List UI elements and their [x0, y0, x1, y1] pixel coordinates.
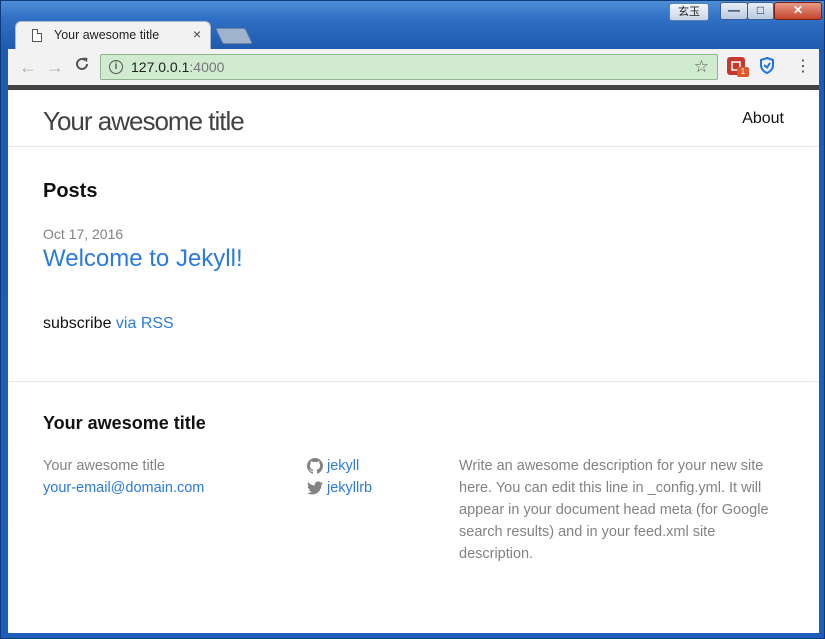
footer-email-link[interactable]: your-email@domain.com	[43, 480, 204, 496]
twitter-username: jekyllrb	[327, 480, 373, 496]
shield-extension-icon[interactable]	[759, 56, 775, 79]
url-text[interactable]: 127.0.0.1:4000	[131, 59, 224, 75]
forward-arrow-icon[interactable]: →	[46, 57, 64, 78]
footer-name: Your awesome title	[43, 458, 165, 474]
site-footer: Your awesome title Your awesome title yo…	[8, 382, 819, 632]
rss-prefix: subscribe	[43, 315, 116, 332]
extension-badge: 1	[737, 67, 749, 77]
twitter-link[interactable]: jekyllrb	[307, 477, 372, 499]
menu-kebab-icon[interactable]: ⋮	[795, 56, 811, 76]
browser-toolbar: ← → i 127.0.0.1:4000 ☆ 1 ⋮	[8, 49, 819, 85]
site-header: Your awesome title About	[8, 90, 819, 147]
browser-window: 玄玉 — □ ✕ Your awesome title × ← → i 127.…	[0, 0, 825, 639]
tab-close-icon[interactable]: ×	[193, 26, 201, 42]
footer-social: jekyll jekyllrb	[307, 455, 372, 499]
footer-contact: Your awesome title your-email@domain.com	[43, 455, 204, 499]
reload-icon[interactable]	[74, 56, 90, 77]
address-bar[interactable]: i 127.0.0.1:4000 ☆	[100, 54, 718, 80]
rss-subscribe: subscribe via RSS	[43, 315, 174, 333]
tab-title: Your awesome title	[54, 28, 160, 42]
maximize-button[interactable]: □	[747, 2, 774, 20]
page-icon	[32, 29, 42, 42]
page-viewport: Your awesome title About Posts Oct 17, 2…	[8, 85, 819, 633]
post-date: Oct 17, 2016	[43, 226, 124, 242]
nav-about-link[interactable]: About	[742, 110, 784, 128]
rss-link[interactable]: via RSS	[116, 315, 174, 332]
extension-icon[interactable]: 1	[727, 57, 749, 77]
back-arrow-icon[interactable]: ←	[19, 57, 37, 78]
shield-icon	[760, 56, 774, 75]
window-close-button[interactable]: ✕	[774, 2, 822, 20]
github-link[interactable]: jekyll	[307, 455, 372, 477]
browser-tab[interactable]: Your awesome title ×	[15, 21, 211, 49]
site-description: Write an awesome description for your ne…	[459, 458, 769, 562]
title-bar: 玄玉 — □ ✕ Your awesome title ×	[1, 1, 825, 49]
site-title-link[interactable]: Your awesome title	[43, 106, 245, 137]
github-icon	[307, 458, 323, 474]
footer-heading: Your awesome title	[43, 413, 206, 433]
post-title-link[interactable]: Welcome to Jekyll!	[43, 245, 243, 273]
user-profile-badge[interactable]: 玄玉	[669, 3, 709, 21]
main-content: Posts Oct 17, 2016 Welcome to Jekyll! su…	[8, 147, 819, 382]
new-tab-button[interactable]	[215, 28, 253, 44]
bookmark-star-icon[interactable]: ☆	[694, 57, 709, 77]
posts-heading: Posts	[43, 180, 98, 202]
info-icon[interactable]: i	[109, 60, 123, 74]
github-username: jekyll	[327, 458, 360, 474]
minimize-button[interactable]: —	[720, 2, 748, 20]
twitter-icon	[307, 481, 323, 495]
reload-icon-glyph	[76, 57, 88, 70]
url-port: :4000	[189, 59, 225, 75]
